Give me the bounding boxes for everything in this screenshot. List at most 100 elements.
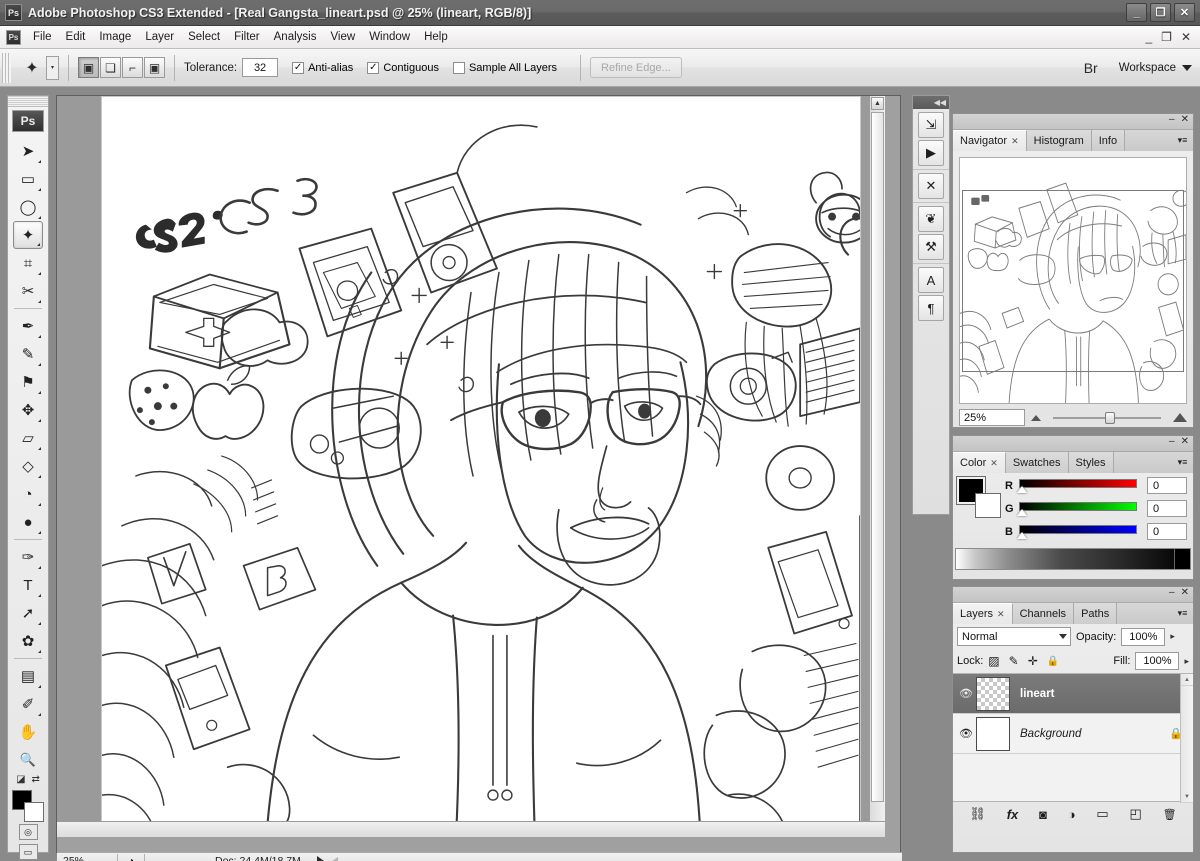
lasso-tool-button[interactable]: ◯: [13, 193, 43, 221]
new-layer-button[interactable]: ◰: [1129, 806, 1141, 822]
scroll-down-icon[interactable]: ▼: [1181, 791, 1193, 803]
delete-layer-button[interactable]: 🗑: [1163, 808, 1177, 821]
slice-tool-button[interactable]: ✂: [13, 277, 43, 305]
magic-wand-tool-button[interactable]: ✦: [13, 221, 43, 249]
layer-visibility-icon[interactable]: 👁: [956, 687, 976, 700]
adjustment-layer-button[interactable]: ◑: [1068, 807, 1076, 822]
menu-analysis[interactable]: Analysis: [267, 29, 324, 45]
slider-knob[interactable]: [1105, 412, 1115, 424]
contiguous-checkbox[interactable]: ✓: [367, 62, 379, 74]
tab-styles[interactable]: Styles: [1069, 452, 1114, 473]
background-color-swatch[interactable]: [975, 493, 1001, 518]
minimize-button[interactable]: _: [1126, 3, 1147, 22]
red-value[interactable]: 0: [1147, 477, 1187, 494]
character-icon[interactable]: A: [918, 267, 944, 293]
fill-input[interactable]: 100%: [1135, 652, 1179, 670]
color-panel-menu-icon[interactable]: ▾≡: [1175, 455, 1190, 469]
workspace-label[interactable]: Workspace: [1119, 62, 1176, 74]
bridge-icon[interactable]: ⇲: [918, 112, 944, 138]
history-brush-tool-button[interactable]: ✥: [13, 396, 43, 424]
pen-tool-button[interactable]: ✑: [13, 543, 43, 571]
green-value[interactable]: 0: [1147, 500, 1187, 517]
close-button[interactable]: ✕: [1174, 3, 1195, 22]
zoom-out-icon[interactable]: [1031, 415, 1041, 421]
tab-navigator[interactable]: Navigator ✕: [953, 130, 1027, 151]
lock-all-icon[interactable]: 🔒: [1047, 656, 1059, 667]
intersect-selection-button[interactable]: ▣: [144, 57, 165, 78]
preview-proof-icon[interactable]: ◔: [118, 856, 144, 861]
new-selection-button[interactable]: ▣: [78, 57, 99, 78]
layer-name[interactable]: lineart: [1020, 688, 1055, 700]
tab-info[interactable]: Info: [1092, 130, 1125, 151]
tab-color[interactable]: Color ✕: [953, 452, 1006, 473]
doc-minimize-button[interactable]: _: [1145, 30, 1152, 44]
magic-wand-icon[interactable]: ✦: [19, 55, 45, 81]
navigator-zoom-input[interactable]: 25%: [959, 409, 1025, 426]
swap-colors-icon[interactable]: ⇄: [32, 774, 40, 785]
new-group-button[interactable]: ▭: [1096, 806, 1108, 822]
opacity-stepper-icon[interactable]: ▸: [1170, 631, 1175, 642]
clone-source-icon[interactable]: ⚒: [918, 234, 944, 260]
scroll-up-icon[interactable]: ▲: [1181, 674, 1193, 686]
menu-file[interactable]: File: [26, 29, 59, 45]
tab-close-icon[interactable]: ✕: [990, 458, 998, 469]
custom-shape-tool-button[interactable]: ✿: [13, 627, 43, 655]
table-row[interactable]: 👁 lineart: [953, 674, 1193, 714]
tab-histogram[interactable]: Histogram: [1027, 130, 1092, 151]
status-zoom-level[interactable]: 25%: [57, 855, 117, 861]
minimize-icon[interactable]: –: [1169, 588, 1175, 598]
navigator-thumbnail[interactable]: [959, 157, 1187, 404]
anti-alias-checkbox[interactable]: ✓: [292, 62, 304, 74]
tab-paths[interactable]: Paths: [1074, 603, 1117, 624]
menu-image[interactable]: Image: [92, 29, 138, 45]
brush-tool-button[interactable]: ✎: [13, 340, 43, 368]
minimize-icon[interactable]: –: [1169, 115, 1175, 125]
dock-collapse-button[interactable]: ◀◀: [913, 96, 949, 109]
red-slider-thumb[interactable]: [1017, 486, 1027, 493]
tool-presets-icon[interactable]: ✕: [918, 173, 944, 199]
bridge-icon[interactable]: Br: [1079, 57, 1103, 79]
brushes-icon[interactable]: ❦: [918, 206, 944, 232]
green-slider-thumb[interactable]: [1017, 509, 1027, 516]
layer-mask-button[interactable]: ◙: [1039, 807, 1047, 822]
opacity-input[interactable]: 100%: [1121, 628, 1165, 646]
hand-tool-button[interactable]: ✋: [13, 718, 43, 746]
quick-mask-icon[interactable]: ◎: [19, 824, 38, 840]
status-popup-arrow-icon[interactable]: [317, 856, 324, 861]
add-to-selection-button[interactable]: ❏: [100, 57, 121, 78]
close-icon[interactable]: ✕: [1181, 437, 1189, 447]
screen-mode-icon[interactable]: ▭: [19, 844, 38, 860]
blend-mode-select[interactable]: Normal: [957, 627, 1071, 646]
navigator-panel-menu-icon[interactable]: ▾≡: [1175, 133, 1190, 147]
link-layers-button[interactable]: ⛓: [969, 806, 986, 822]
layer-visibility-icon[interactable]: 👁: [956, 727, 976, 740]
color-ramp[interactable]: [955, 548, 1191, 570]
clone-stamp-tool-button[interactable]: ⚑: [13, 368, 43, 396]
lock-image-pixels-icon[interactable]: ✎: [1009, 654, 1019, 668]
path-selection-tool-button[interactable]: ➚: [13, 599, 43, 627]
lock-transparent-pixels-icon[interactable]: ▨: [988, 654, 999, 668]
minimize-icon[interactable]: –: [1169, 437, 1175, 447]
sample-all-layers-checkbox[interactable]: [453, 62, 465, 74]
refine-edge-button[interactable]: Refine Edge...: [590, 57, 682, 78]
close-icon[interactable]: ✕: [1181, 588, 1189, 598]
chevron-down-icon[interactable]: [1182, 65, 1192, 71]
blue-slider-thumb[interactable]: [1017, 532, 1027, 539]
sample-all-layers-option[interactable]: Sample All Layers: [453, 62, 557, 74]
eraser-tool-button[interactable]: ▱: [13, 424, 43, 452]
rectangular-marquee-tool-button[interactable]: ▭: [13, 165, 43, 193]
lock-position-icon[interactable]: ✛: [1028, 654, 1038, 668]
default-colors-icon[interactable]: ◪: [16, 774, 25, 785]
menu-view[interactable]: View: [323, 29, 362, 45]
move-tool-button[interactable]: ➤: [13, 137, 43, 165]
layer-name[interactable]: Background: [1020, 728, 1081, 740]
menu-edit[interactable]: Edit: [59, 29, 93, 45]
color-ramp-black-chip[interactable]: [1174, 549, 1190, 569]
blur-tool-button[interactable]: ●: [13, 508, 43, 536]
subtract-from-selection-button[interactable]: ⌐: [122, 57, 143, 78]
menu-help[interactable]: Help: [417, 29, 455, 45]
paragraph-icon[interactable]: ¶: [918, 295, 944, 321]
menu-window[interactable]: Window: [362, 29, 417, 45]
tab-layers[interactable]: Layers ✕: [953, 603, 1013, 624]
blue-value[interactable]: 0: [1147, 523, 1187, 540]
